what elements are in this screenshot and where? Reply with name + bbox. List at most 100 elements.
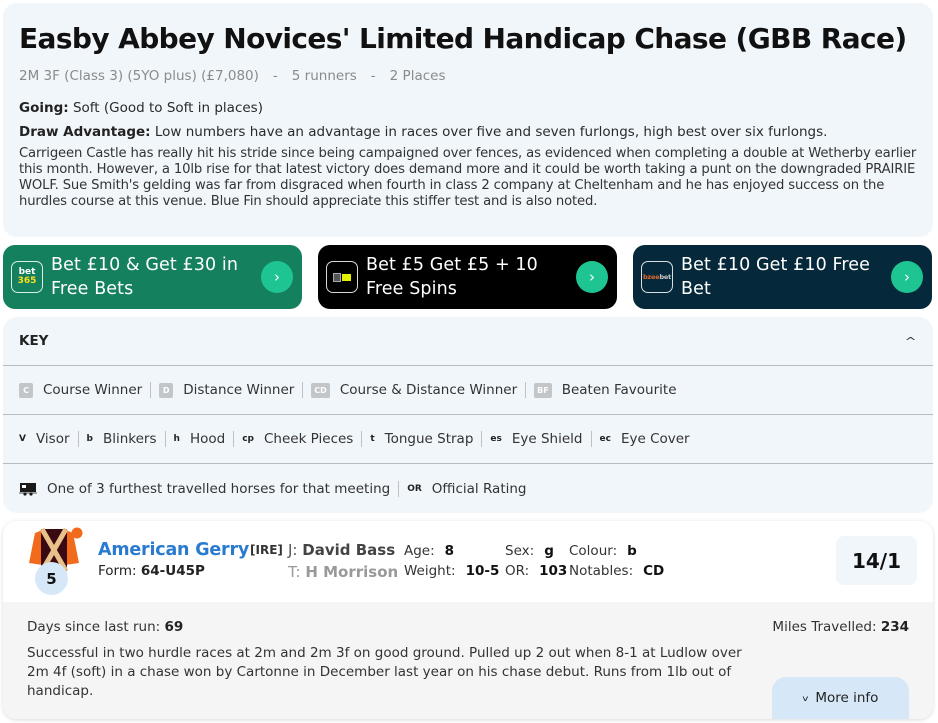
horse-name[interactable]: American Gerry bbox=[98, 540, 249, 560]
stats-col-3: Colour: b Notables: CD bbox=[569, 541, 664, 581]
age-label: Age: bbox=[404, 543, 435, 559]
key-item: CD Course & Distance Winner bbox=[311, 382, 534, 398]
course-winner-badge: C bbox=[19, 382, 33, 398]
stats-col-2: Sex: g OR: 103 bbox=[505, 541, 567, 581]
stats-col-1: Age: 8 Weight: 10-5 bbox=[404, 541, 499, 581]
separator: - bbox=[272, 68, 278, 84]
miles-label: Miles Travelled: bbox=[772, 619, 877, 635]
key-row-other: One of 3 furthest travelled horses for t… bbox=[3, 464, 933, 513]
key-item: D Distance Winner bbox=[159, 382, 311, 398]
saddle-cloth-number: 5 bbox=[35, 562, 68, 595]
jockey: J: David Bass bbox=[288, 541, 395, 559]
cheek-pieces-abbr: cp bbox=[242, 434, 254, 444]
or-label: OR: bbox=[505, 563, 530, 579]
form-value: 64-U45P bbox=[140, 563, 205, 579]
key-item: C Course Winner bbox=[19, 382, 159, 398]
offer-bet365[interactable]: bet 365 Bet £10 & Get £30 in Free Bets › bbox=[3, 245, 302, 309]
key-item: BF Beaten Favourite bbox=[534, 382, 677, 398]
key-item: cp Cheek Pieces bbox=[242, 431, 370, 447]
key-item: es Eye Shield bbox=[490, 431, 599, 447]
key-row-headgear: V Visor b Blinkers h Hood cp Cheek Pieces tT… bbox=[3, 415, 933, 464]
chevron-right-icon[interactable]: › bbox=[891, 261, 923, 293]
key-header[interactable]: KEY ^ bbox=[3, 317, 933, 366]
bzeebet-logo-b: bet bbox=[659, 273, 672, 281]
official-rating-abbr: OR bbox=[407, 483, 422, 494]
race-title: Easby Abbey Novices' Limited Handicap Ch… bbox=[19, 22, 907, 55]
more-info-label: More info bbox=[815, 690, 879, 706]
offer-10bet[interactable]: Bet £5 Get £5 + 10 Free Spins › bbox=[318, 245, 617, 309]
age-value: 8 bbox=[444, 543, 455, 559]
race-verdict: Carrigeen Castle has really hit his stri… bbox=[19, 146, 917, 209]
runner-card: 5 American Gerry [IRE] Form: 64-U45P J: … bbox=[3, 521, 933, 719]
days-value: 69 bbox=[164, 619, 184, 635]
chevron-down-icon: v bbox=[801, 693, 809, 703]
weight-value: 10-5 bbox=[465, 563, 500, 579]
trainer-label: T: bbox=[288, 563, 301, 581]
form-label: Form: bbox=[98, 563, 137, 579]
horse-country: [IRE] bbox=[250, 543, 283, 557]
key-label: Eye Cover bbox=[620, 431, 690, 447]
days-label: Days since last run: bbox=[27, 619, 161, 635]
draw-value: Low numbers have an advantage in races o… bbox=[154, 124, 828, 140]
or-value: 103 bbox=[539, 563, 568, 579]
runner-summary: 5 American Gerry [IRE] Form: 64-U45P J: … bbox=[3, 521, 933, 602]
miles-value: 234 bbox=[880, 619, 909, 635]
key-item: One of 3 furthest travelled horses for t… bbox=[19, 480, 407, 497]
race-details: 2M 3F (Class 3) (5YO plus) (£7,080) bbox=[19, 68, 259, 84]
key-label: Visor bbox=[35, 431, 70, 447]
key-label: Cheek Pieces bbox=[263, 431, 354, 447]
going-info: Going: Soft (Good to Soft in places) bbox=[19, 98, 917, 118]
trainer-name: H Morrison bbox=[305, 563, 399, 581]
bzeebet-logo: bzeebet bbox=[641, 261, 673, 293]
tongue-strap-abbr: t bbox=[370, 434, 375, 444]
going-value: Soft (Good to Soft in places) bbox=[72, 100, 263, 116]
offers-row: bet 365 Bet £10 & Get £30 in Free Bets ›… bbox=[3, 245, 933, 309]
offer-text: Bet £10 & Get £30 in Free Bets bbox=[51, 255, 239, 299]
key-label: Course & Distance Winner bbox=[339, 382, 518, 398]
jockey-name: David Bass bbox=[302, 541, 396, 559]
key-item: OR Official Rating bbox=[407, 481, 526, 497]
draw-advantage-info: Draw Advantage: Low numbers have an adva… bbox=[19, 122, 917, 142]
bet365-logo-number: 365 bbox=[17, 276, 37, 286]
key-label: Tongue Strap bbox=[384, 431, 474, 447]
eye-cover-abbr: ec bbox=[599, 434, 611, 444]
going-label: Going: bbox=[19, 100, 69, 116]
key-item: t Tongue Strap bbox=[370, 431, 490, 447]
notables-label: Notables: bbox=[569, 563, 634, 579]
key-label: Eye Shield bbox=[511, 431, 583, 447]
cd-winner-badge: CD bbox=[311, 382, 330, 398]
key-label: One of 3 furthest travelled horses for t… bbox=[47, 480, 391, 497]
key-item: b Blinkers bbox=[87, 431, 174, 447]
sex-value: g bbox=[544, 543, 554, 559]
jockey-label: J: bbox=[288, 541, 298, 559]
bzeebet-logo-a: bzee bbox=[642, 273, 660, 281]
key-title: KEY bbox=[19, 333, 49, 349]
race-places: 2 Places bbox=[389, 68, 446, 84]
odds-button[interactable]: 14/1 bbox=[836, 536, 917, 585]
key-item: ec Eye Cover bbox=[600, 431, 690, 447]
offer-text: Bet £5 Get £5 + 10 Free Spins bbox=[366, 255, 538, 299]
colour-value: b bbox=[627, 543, 637, 559]
key-label: Hood bbox=[189, 431, 226, 447]
race-meta: 2M 3F (Class 3) (5YO plus) (£7,080) - 5 … bbox=[19, 66, 917, 86]
key-label: Blinkers bbox=[102, 431, 157, 447]
trainer: T: H Morrison bbox=[288, 563, 398, 581]
chevron-up-icon[interactable]: ^ bbox=[904, 335, 916, 348]
key-panel: KEY ^ C Course Winner D Distance Winner CD… bbox=[3, 317, 933, 513]
chevron-right-icon[interactable]: › bbox=[576, 261, 608, 293]
distance-winner-badge: D bbox=[159, 382, 174, 398]
more-info-button[interactable]: v More info bbox=[772, 677, 909, 719]
key-label: Distance Winner bbox=[183, 382, 295, 398]
miles-travelled: Miles Travelled: 234 bbox=[772, 618, 909, 636]
weight-label: Weight: bbox=[404, 563, 456, 579]
10bet-logo bbox=[326, 261, 358, 293]
offer-text: Bet £10 Get £10 Free Bet bbox=[681, 255, 871, 299]
visor-abbr: V bbox=[19, 434, 26, 444]
chevron-right-icon[interactable]: › bbox=[261, 261, 293, 293]
horse-form: Form: 64-U45P bbox=[98, 563, 205, 579]
horsebox-icon bbox=[19, 482, 37, 496]
notables-value: CD bbox=[643, 563, 665, 579]
sex-label: Sex: bbox=[505, 543, 535, 559]
key-item: V Visor bbox=[19, 431, 87, 447]
offer-bzeebet[interactable]: bzeebet Bet £10 Get £10 Free Bet › bbox=[633, 245, 932, 309]
